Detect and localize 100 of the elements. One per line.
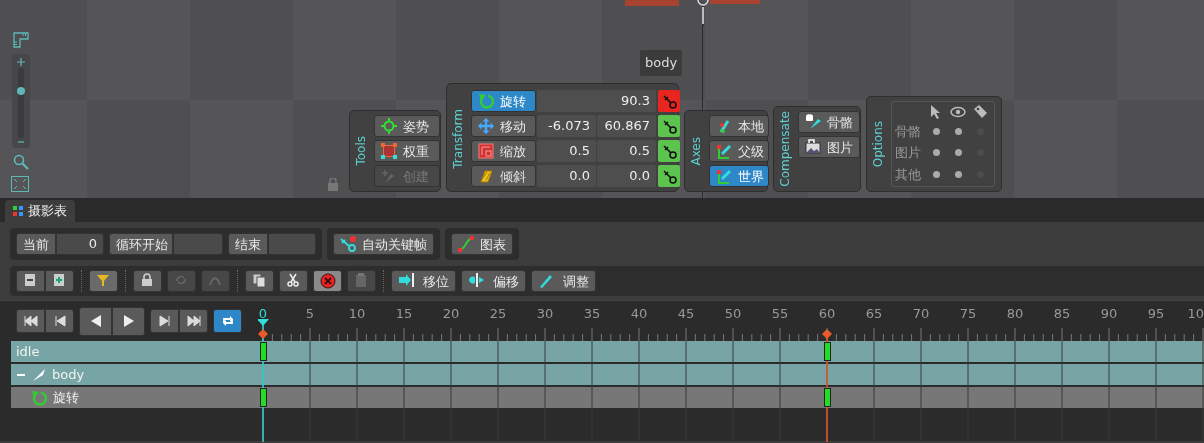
pen-icon bbox=[538, 273, 554, 289]
number-field[interactable] bbox=[173, 233, 223, 255]
loop-button[interactable] bbox=[213, 309, 242, 333]
graph-button[interactable]: 图表 bbox=[451, 233, 513, 255]
option-label: 图片 bbox=[895, 144, 921, 162]
image-icon bbox=[805, 139, 821, 156]
auto-key-button[interactable]: 自动关键帧 bbox=[333, 233, 434, 255]
frame-number: 70 bbox=[912, 306, 930, 321]
option-toggle[interactable] bbox=[932, 149, 940, 157]
frame-number: 30 bbox=[536, 306, 554, 321]
keyframe[interactable] bbox=[260, 342, 267, 361]
transform-tab[interactable]: 旋转 bbox=[471, 90, 536, 112]
rotate-icon bbox=[478, 93, 494, 109]
toolbar-button[interactable]: 偏移 bbox=[461, 270, 526, 292]
transform-tab[interactable]: 倾斜 bbox=[471, 165, 536, 187]
number-field[interactable] bbox=[268, 233, 316, 255]
plus-icon bbox=[16, 57, 26, 67]
keyframe[interactable] bbox=[824, 342, 831, 361]
key-button[interactable] bbox=[658, 140, 680, 162]
axes-button[interactable]: 父级 bbox=[709, 140, 769, 162]
field-label: 当前 bbox=[16, 233, 56, 255]
slider-thumb[interactable] bbox=[17, 86, 25, 95]
end-marker[interactable] bbox=[822, 329, 832, 442]
value-field[interactable]: 0.5 bbox=[537, 140, 596, 162]
frame-number: 65 bbox=[865, 306, 883, 321]
track-row[interactable]: 旋转 bbox=[11, 387, 258, 408]
value-field[interactable]: 0.0 bbox=[537, 165, 596, 187]
compensate-button[interactable]: 图片 bbox=[798, 136, 860, 159]
key-icon bbox=[661, 93, 677, 109]
curve-icon bbox=[458, 236, 474, 252]
option-toggle[interactable] bbox=[932, 170, 940, 178]
transform-tab[interactable]: 缩放 bbox=[471, 140, 536, 162]
step-forward-icon bbox=[157, 314, 172, 328]
frame-number: 50 bbox=[724, 306, 742, 321]
option-label: 其他 bbox=[895, 165, 921, 184]
frame-number: 15 bbox=[395, 306, 413, 321]
axes-button[interactable]: 世界 bbox=[709, 165, 769, 187]
frame-number: 95 bbox=[1147, 306, 1165, 321]
frame-number: 25 bbox=[489, 306, 507, 321]
frame-number: 35 bbox=[583, 306, 601, 321]
key-button[interactable] bbox=[658, 90, 680, 112]
key-button[interactable] bbox=[658, 115, 680, 137]
zoom-slider[interactable] bbox=[12, 54, 30, 148]
value-field[interactable]: 0.5 bbox=[597, 140, 656, 162]
dopesheet-tab[interactable]: 摄影表 bbox=[5, 200, 75, 222]
search-icon[interactable] bbox=[13, 154, 29, 170]
move-key-icon bbox=[398, 273, 414, 289]
bone-name-label: body bbox=[640, 50, 683, 76]
transform-tab[interactable]: 移动 bbox=[471, 115, 536, 137]
value-field[interactable]: 0.0 bbox=[597, 165, 656, 187]
option-label: 骨骼 bbox=[895, 122, 921, 141]
play-reverse-button[interactable] bbox=[79, 306, 112, 336]
step-back-icon bbox=[52, 314, 67, 328]
value-field[interactable]: -6.073 bbox=[537, 115, 596, 137]
frame-number: 20 bbox=[442, 306, 460, 321]
option-toggle[interactable] bbox=[954, 170, 962, 178]
skip-end-button[interactable] bbox=[179, 309, 208, 333]
option-toggle[interactable] bbox=[954, 127, 962, 135]
delete-icon bbox=[319, 273, 336, 289]
step-back-button[interactable] bbox=[45, 309, 74, 333]
keyframe[interactable] bbox=[824, 388, 831, 407]
axes-icon bbox=[716, 168, 732, 184]
rotate-icon bbox=[31, 389, 47, 406]
key-button[interactable] bbox=[658, 165, 680, 187]
compensate-button[interactable]: 骨骼 bbox=[798, 111, 860, 134]
keyframe[interactable] bbox=[260, 388, 267, 407]
number-field[interactable]: 0 bbox=[56, 233, 104, 255]
frame-number: 5 bbox=[305, 306, 315, 321]
axes-button[interactable]: 本地 bbox=[709, 115, 769, 137]
step-forward-button[interactable] bbox=[150, 309, 179, 333]
key-icon bbox=[340, 236, 356, 252]
value-field[interactable]: 90.3 bbox=[537, 90, 656, 112]
frame-number: 80 bbox=[1006, 306, 1024, 321]
weights-icon bbox=[381, 143, 397, 159]
option-toggle[interactable] bbox=[932, 127, 940, 135]
offset-icon bbox=[468, 273, 484, 289]
toolbar-button[interactable] bbox=[279, 270, 308, 292]
skip-start-icon bbox=[23, 314, 38, 328]
option-toggle[interactable] bbox=[954, 149, 962, 157]
tool-button[interactable]: 权重 bbox=[374, 140, 440, 162]
frame-number: 75 bbox=[959, 306, 977, 321]
toolbar-button[interactable] bbox=[89, 270, 118, 292]
value-field[interactable]: 60.867 bbox=[597, 115, 656, 137]
frame-number: 60 bbox=[818, 306, 836, 321]
toolbar-button[interactable] bbox=[133, 270, 162, 292]
toolbar-button[interactable]: 调整 bbox=[531, 270, 596, 292]
frame-number: 90 bbox=[1100, 306, 1118, 321]
skip-start-button[interactable] bbox=[16, 309, 45, 333]
scissors-icon bbox=[285, 273, 302, 289]
shear-icon bbox=[478, 168, 494, 184]
toolbar-button[interactable] bbox=[45, 270, 74, 292]
ruler-icon[interactable] bbox=[13, 32, 29, 48]
playhead[interactable] bbox=[258, 319, 269, 442]
play-button[interactable] bbox=[112, 306, 145, 336]
fit-view-icon[interactable] bbox=[11, 176, 29, 192]
toolbar-button[interactable] bbox=[16, 270, 45, 292]
toolbar-button[interactable] bbox=[245, 270, 274, 292]
toolbar-button[interactable]: 移位 bbox=[391, 270, 456, 292]
tool-button[interactable]: 姿势 bbox=[374, 115, 440, 137]
panel-title: Transform bbox=[450, 108, 466, 169]
